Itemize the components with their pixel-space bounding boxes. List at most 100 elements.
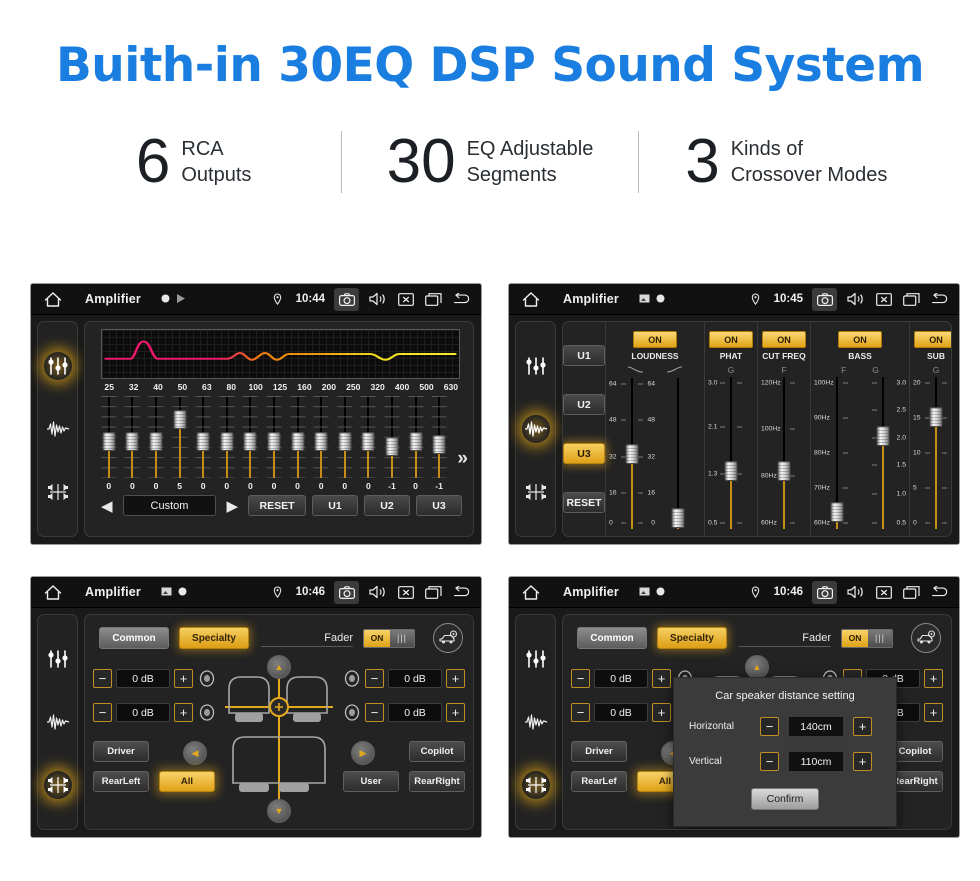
balance-icon[interactable] xyxy=(521,771,550,800)
move-up-button[interactable]: ▲ xyxy=(745,655,769,679)
increase-button[interactable]: + xyxy=(446,703,465,722)
preset-all-button[interactable]: All xyxy=(159,771,215,792)
cutfreq-on-toggle[interactable]: ON xyxy=(762,331,806,348)
close-box-icon[interactable] xyxy=(396,583,415,602)
vertical-decrease-button[interactable]: − xyxy=(760,752,779,771)
increase-button[interactable]: + xyxy=(174,703,193,722)
recents-icon[interactable] xyxy=(902,290,921,309)
eq-slider-column[interactable]: 0 xyxy=(357,396,381,492)
decrease-button[interactable]: − xyxy=(365,669,384,688)
camera-icon[interactable] xyxy=(334,287,359,311)
preset-u2-button[interactable]: U2 xyxy=(563,394,605,415)
horizontal-increase-button[interactable]: + xyxy=(853,717,872,736)
home-icon[interactable] xyxy=(521,583,541,601)
eq-slider-column[interactable]: 0 xyxy=(333,396,357,492)
user-preset-u3-button[interactable]: U3 xyxy=(416,495,462,516)
recents-icon[interactable] xyxy=(424,583,443,602)
phat-gain-slider[interactable]: 3.0 2.1 1.3 0.5 xyxy=(708,377,754,529)
recents-icon[interactable] xyxy=(424,290,443,309)
increase-button[interactable]: + xyxy=(924,669,943,688)
loudness-slider-a[interactable]: 64 64 48 48 32 32 16 16 00 xyxy=(609,378,655,529)
preset-next-button[interactable]: ▶ xyxy=(222,497,242,515)
sub-gain-slider[interactable]: 20 15 10 5 0 xyxy=(913,377,951,529)
preset-rearright-button[interactable]: RearRight xyxy=(409,771,465,792)
loudness-slider-b[interactable] xyxy=(655,378,701,529)
bass-freq-slider[interactable]: 100Hz 90Hz 80Hz 70Hz 60Hz xyxy=(814,377,860,529)
bass-gain-slider[interactable]: 3.0 2.5 2.0 1.5 1.0 0.5 xyxy=(860,377,906,529)
decrease-button[interactable]: − xyxy=(93,669,112,688)
preset-copilot-button[interactable]: Copilot xyxy=(409,741,465,762)
eq-slider-column[interactable]: 0 xyxy=(215,396,239,492)
equalizer-icon[interactable] xyxy=(44,645,72,673)
fader-toggle[interactable]: ON ||| xyxy=(363,628,415,648)
sub-on-toggle[interactable]: ON xyxy=(914,331,951,348)
eq-slider-column[interactable]: 0 xyxy=(97,396,121,492)
eq-slider-column[interactable]: 0 xyxy=(309,396,333,492)
eq-slider-column[interactable]: 0 xyxy=(191,396,215,492)
equalizer-icon[interactable] xyxy=(522,352,550,380)
next-page-chevron-icon[interactable]: » xyxy=(457,448,468,470)
tab-specialty[interactable]: Specialty xyxy=(179,627,249,649)
preset-prev-button[interactable]: ◀ xyxy=(97,497,117,515)
waveform-icon[interactable] xyxy=(522,708,550,736)
reset-button[interactable]: RESET xyxy=(248,495,306,516)
confirm-button[interactable]: Confirm xyxy=(751,788,819,810)
eq-slider-column[interactable]: 0 xyxy=(239,396,263,492)
tab-common[interactable]: Common xyxy=(577,627,647,649)
bass-on-toggle[interactable]: ON xyxy=(838,331,882,348)
preset-u1-button[interactable]: U1 xyxy=(563,345,605,366)
increase-button[interactable]: + xyxy=(652,703,671,722)
preset-reset-button[interactable]: RESET xyxy=(563,492,605,513)
car-settings-icon[interactable] xyxy=(911,623,941,653)
preset-rearleft-button[interactable]: RearLeft xyxy=(93,771,149,792)
phat-on-toggle[interactable]: ON xyxy=(709,331,753,348)
decrease-button[interactable]: − xyxy=(571,669,590,688)
preset-driver-button[interactable]: Driver xyxy=(93,741,149,762)
back-arrow-icon[interactable] xyxy=(930,583,949,602)
waveform-icon[interactable] xyxy=(44,415,72,443)
user-preset-u2-button[interactable]: U2 xyxy=(364,495,410,516)
volume-icon[interactable] xyxy=(846,583,865,602)
move-down-button[interactable]: ▼ xyxy=(267,799,291,823)
waveform-icon[interactable] xyxy=(521,414,550,443)
camera-icon[interactable] xyxy=(334,580,359,604)
preset-rearleft-button[interactable]: RearLef xyxy=(571,771,627,792)
increase-button[interactable]: + xyxy=(652,669,671,688)
cutfreq-slider[interactable]: 120Hz 100Hz 80Hz 60Hz xyxy=(761,377,807,529)
back-arrow-icon[interactable] xyxy=(930,290,949,309)
decrease-button[interactable]: − xyxy=(571,703,590,722)
preset-user-button[interactable]: User xyxy=(343,771,399,792)
move-left-button[interactable]: ◀ xyxy=(183,741,207,765)
vertical-increase-button[interactable]: + xyxy=(853,752,872,771)
eq-slider-column[interactable]: -1 xyxy=(427,396,451,492)
tab-common[interactable]: Common xyxy=(99,627,169,649)
close-box-icon[interactable] xyxy=(396,290,415,309)
eq-slider-column[interactable]: 0 xyxy=(144,396,168,492)
user-preset-u1-button[interactable]: U1 xyxy=(312,495,358,516)
car-settings-icon[interactable] xyxy=(433,623,463,653)
increase-button[interactable]: + xyxy=(924,703,943,722)
eq-slider-column[interactable]: 5 xyxy=(168,396,192,492)
back-arrow-icon[interactable] xyxy=(452,583,471,602)
equalizer-icon[interactable] xyxy=(522,645,550,673)
waveform-icon[interactable] xyxy=(44,708,72,736)
close-box-icon[interactable] xyxy=(874,290,893,309)
balance-icon[interactable] xyxy=(43,771,72,800)
preset-u3-button[interactable]: U3 xyxy=(563,443,605,464)
move-right-button[interactable]: ▶ xyxy=(351,741,375,765)
home-icon[interactable] xyxy=(43,583,63,601)
eq-slider-column[interactable]: 0 xyxy=(121,396,145,492)
home-icon[interactable] xyxy=(43,290,63,308)
horizontal-decrease-button[interactable]: − xyxy=(760,717,779,736)
fader-toggle[interactable]: ON ||| xyxy=(841,628,893,648)
decrease-button[interactable]: − xyxy=(365,703,384,722)
camera-icon[interactable] xyxy=(812,287,837,311)
balance-icon[interactable] xyxy=(522,478,550,506)
increase-button[interactable]: + xyxy=(446,669,465,688)
preset-driver-button[interactable]: Driver xyxy=(571,741,627,762)
eq-slider-column[interactable]: 0 xyxy=(286,396,310,492)
volume-icon[interactable] xyxy=(846,290,865,309)
volume-icon[interactable] xyxy=(368,290,387,309)
recents-icon[interactable] xyxy=(902,583,921,602)
increase-button[interactable]: + xyxy=(174,669,193,688)
